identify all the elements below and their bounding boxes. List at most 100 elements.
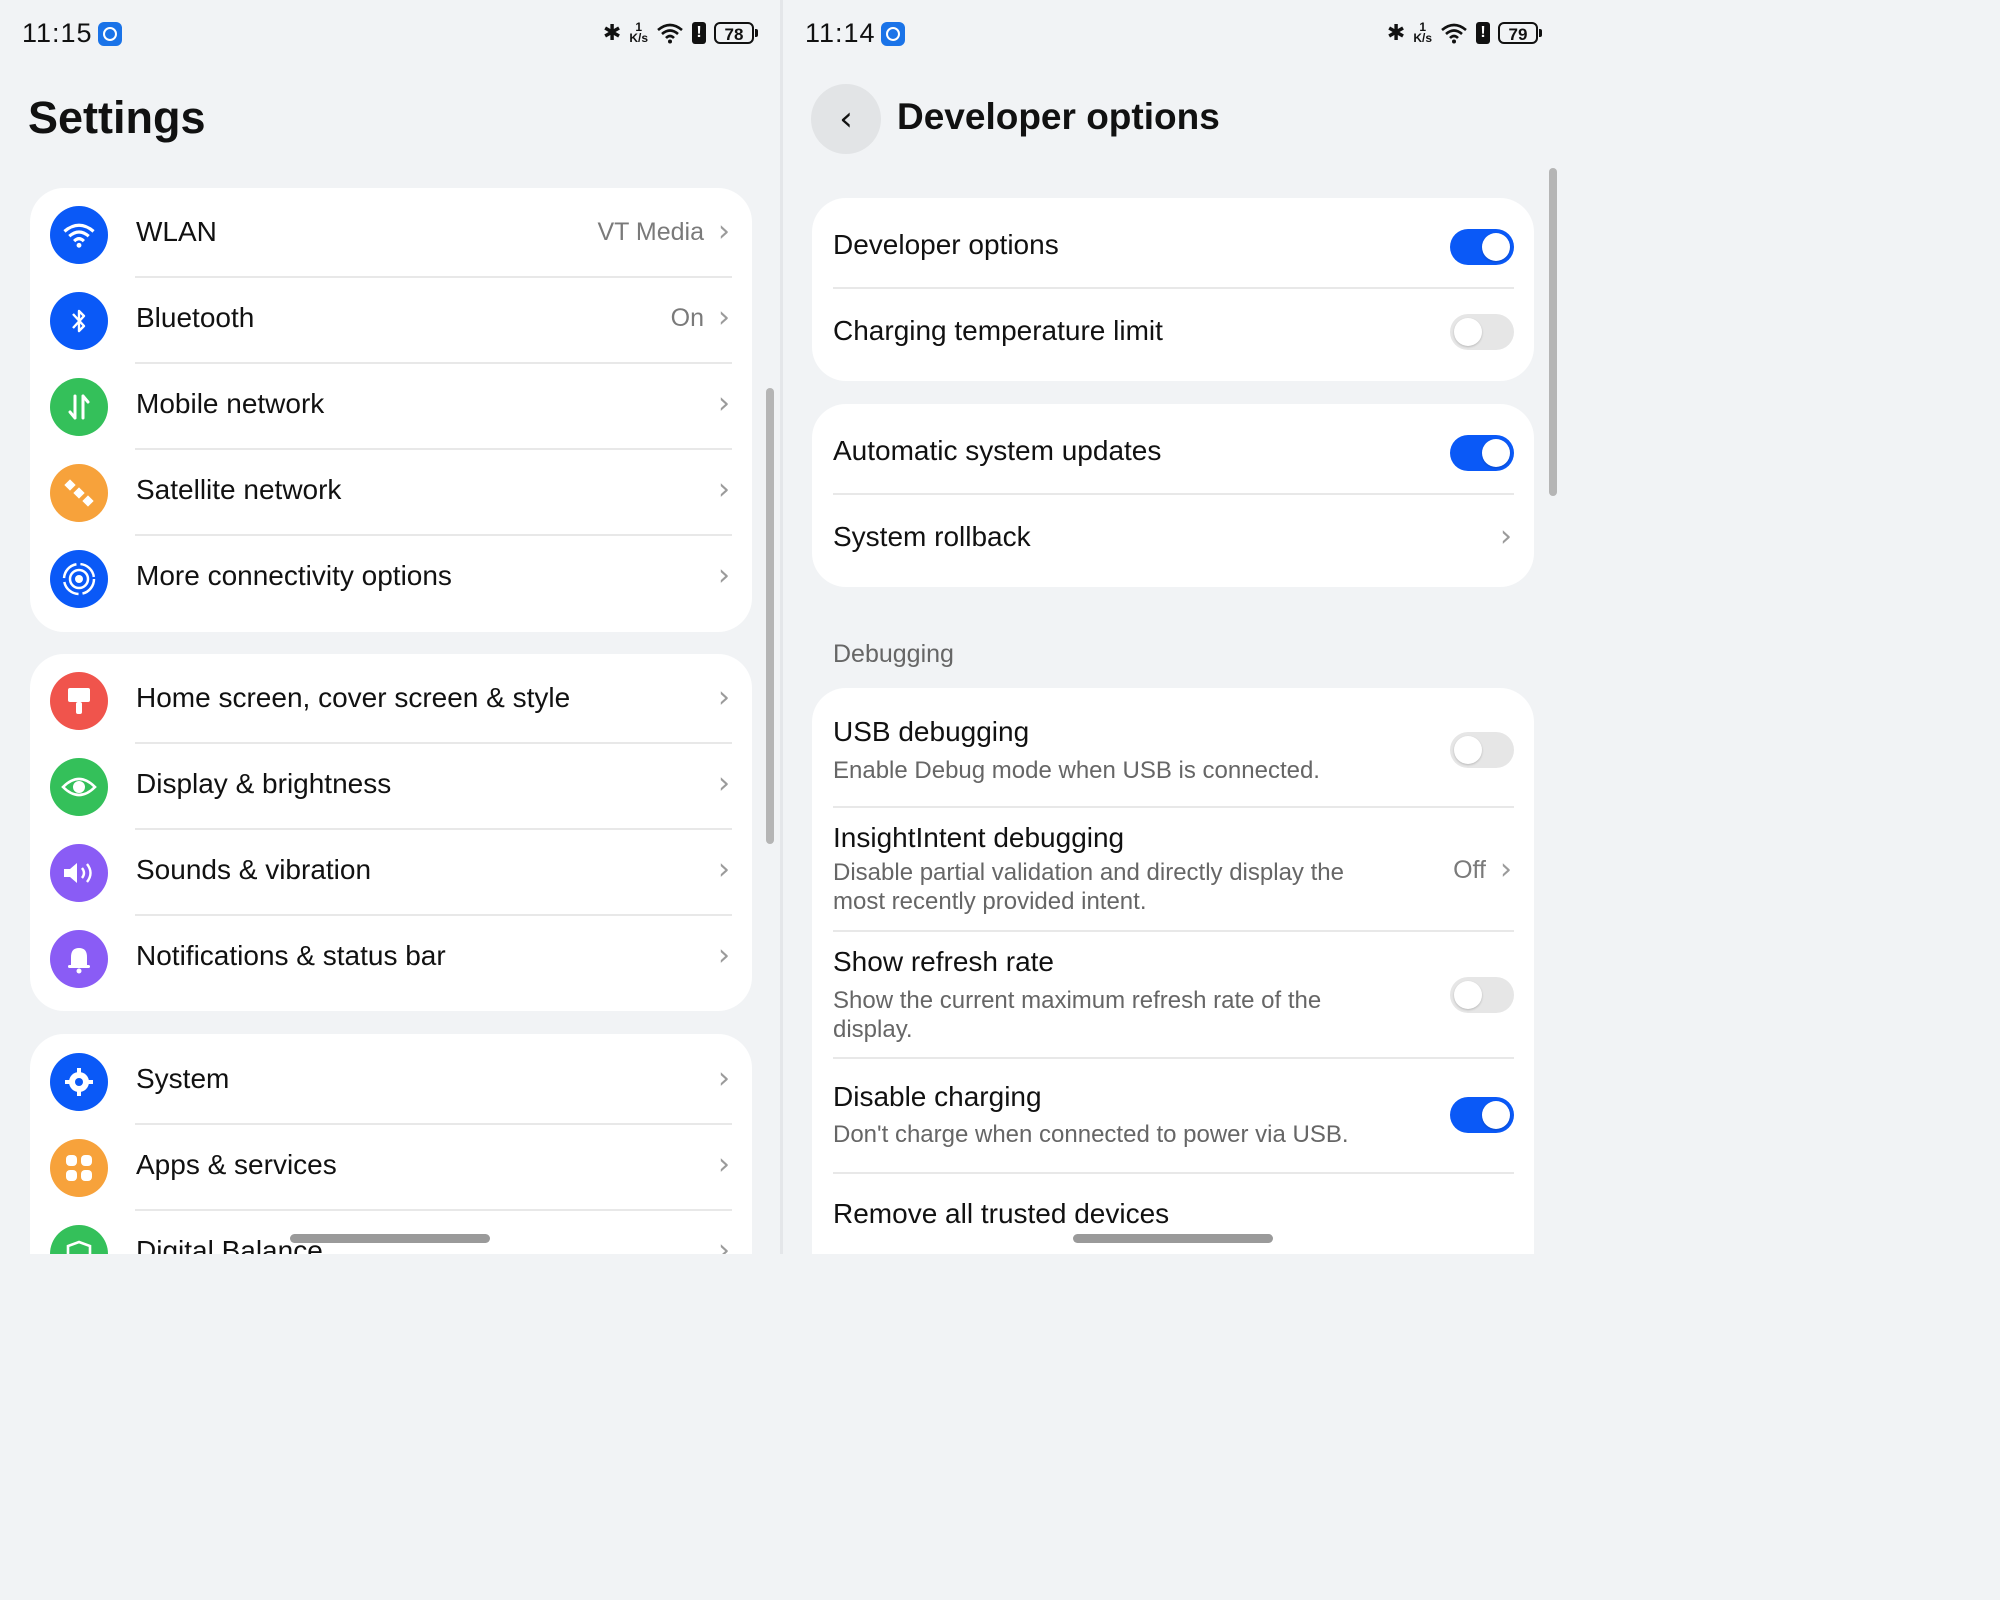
automatic-system-updates-row[interactable]: Automatic system updates xyxy=(812,404,1534,495)
home-indicator[interactable] xyxy=(1073,1234,1273,1243)
page-title: Developer options xyxy=(897,96,1220,137)
back-button[interactable]: ‹ xyxy=(811,84,881,154)
system-updates-group: Automatic system updates System rollback… xyxy=(812,404,1534,587)
item-label: Sounds & vibration xyxy=(136,854,372,885)
home-indicator[interactable] xyxy=(290,1234,490,1243)
item-label: Mobile network xyxy=(136,388,325,419)
chevron-right-icon: › xyxy=(718,214,730,249)
apps-grid-icon xyxy=(50,1139,108,1197)
network-speed: 1 K/s xyxy=(1413,20,1432,45)
settings-item-home-screen[interactable]: Home screen, cover screen & style › xyxy=(30,658,752,744)
chevron-right-icon: › xyxy=(718,472,730,507)
row-value: Off xyxy=(1453,856,1486,884)
settings-item-display[interactable]: Display & brightness › xyxy=(30,744,752,830)
settings-item-mobile-network[interactable]: Mobile network › xyxy=(30,364,752,450)
item-label: More connectivity options xyxy=(136,560,452,591)
wifi-icon xyxy=(50,206,108,264)
row-subtitle: Don't charge when connected to power via… xyxy=(833,1121,1349,1148)
chevron-right-icon: › xyxy=(718,680,730,715)
connectivity-icon xyxy=(50,550,108,608)
speaker-icon xyxy=(50,844,108,902)
app-notification-icon xyxy=(98,22,122,46)
item-label: Notifications & status bar xyxy=(136,940,446,971)
item-label: Display & brightness xyxy=(136,768,392,799)
row-title: Charging temperature limit xyxy=(833,315,1163,346)
settings-item-bluetooth[interactable]: Bluetooth On › xyxy=(30,278,752,364)
automatic-system-updates-toggle[interactable] xyxy=(1450,435,1514,471)
bluetooth-icon xyxy=(50,292,108,350)
chevron-right-icon: › xyxy=(1500,852,1512,887)
row-title: USB debugging xyxy=(833,716,1030,747)
usb-debugging-toggle[interactable] xyxy=(1450,732,1514,768)
settings-item-system[interactable]: System › xyxy=(30,1039,752,1125)
scrollbar[interactable] xyxy=(1549,168,1557,496)
item-label: Home screen, cover screen & style xyxy=(136,682,571,713)
row-subtitle: Show the current maximum refresh rate of… xyxy=(833,987,1322,1014)
item-label: System xyxy=(136,1063,230,1094)
disable-charging-toggle[interactable] xyxy=(1450,1097,1514,1133)
bluetooth-status-icon: ✱ xyxy=(1386,20,1406,45)
usb-debugging-row[interactable]: USB debugging Enable Debug mode when USB… xyxy=(812,688,1534,808)
system-rollback-row[interactable]: System rollback › xyxy=(812,495,1534,587)
status-bar: 11:14 ✱ 1 K/s ! 79 xyxy=(805,18,1542,54)
row-title: System rollback xyxy=(833,521,1031,552)
row-title: Disable charging xyxy=(833,1081,1042,1112)
satellite-icon xyxy=(50,464,108,522)
settings-item-wlan[interactable]: WLAN VT Media › xyxy=(30,192,752,278)
developer-options-panel: 11:14 ✱ 1 K/s ! 79 ‹ Developer options De… xyxy=(783,0,1564,1254)
insightintent-debugging-row[interactable]: InsightIntent debugging Disable partial … xyxy=(812,808,1534,932)
item-label: Satellite network xyxy=(136,474,342,505)
show-refresh-rate-row[interactable]: Show refresh rate Show the current maxim… xyxy=(812,932,1534,1059)
settings-item-satellite-network[interactable]: Satellite network › xyxy=(30,450,752,536)
bluetooth-status-icon: ✱ xyxy=(602,20,622,45)
settings-item-notifications[interactable]: Notifications & status bar › xyxy=(30,916,752,1002)
developer-options-row[interactable]: Developer options xyxy=(812,198,1534,289)
settings-item-apps[interactable]: Apps & services › xyxy=(30,1125,752,1211)
item-label: Bluetooth xyxy=(136,302,255,333)
settings-item-more-connectivity[interactable]: More connectivity options › xyxy=(30,536,752,622)
battery-indicator: 78 xyxy=(714,22,758,44)
charging-temperature-limit-row[interactable]: Charging temperature limit xyxy=(812,289,1534,381)
chevron-right-icon: › xyxy=(718,386,730,421)
status-icons: ✱ 1 K/s ! 78 xyxy=(603,20,758,46)
scrollbar[interactable] xyxy=(766,388,774,844)
battery-indicator: 79 xyxy=(1498,22,1542,44)
debugging-group: USB debugging Enable Debug mode when USB… xyxy=(812,688,1534,1254)
row-title: Developer options xyxy=(833,229,1059,260)
row-title: Show refresh rate xyxy=(833,946,1054,977)
charging-temperature-limit-toggle[interactable] xyxy=(1450,314,1514,350)
row-title: Remove all trusted devices xyxy=(833,1198,1170,1229)
status-time: 11:14 xyxy=(805,18,876,48)
app-notification-icon xyxy=(881,22,905,46)
item-label: WLAN xyxy=(136,216,217,247)
row-title: InsightIntent debugging xyxy=(833,822,1125,853)
row-subtitle-line-2: most recently provided intent. xyxy=(833,888,1147,915)
developer-toggle-group: Developer options Charging temperature l… xyxy=(812,198,1534,381)
shield-heart-icon xyxy=(50,1225,108,1254)
row-subtitle: Disable partial validation and directly … xyxy=(833,859,1344,886)
chevron-right-icon: › xyxy=(718,852,730,887)
chevron-right-icon: › xyxy=(718,766,730,801)
item-value: VT Media xyxy=(597,218,704,246)
row-subtitle-line-2: display. xyxy=(833,1016,913,1043)
appearance-group: Home screen, cover screen & style › Disp… xyxy=(30,654,752,1011)
alert-status-icon: ! xyxy=(1476,22,1490,44)
disable-charging-row[interactable]: Disable charging Don't charge when conne… xyxy=(812,1059,1534,1174)
chevron-right-icon: › xyxy=(718,938,730,973)
eye-icon xyxy=(50,758,108,816)
chevron-right-icon: › xyxy=(1500,519,1512,554)
chevron-left-icon: ‹ xyxy=(839,99,853,139)
settings-item-digital-balance[interactable]: Digital Balance › xyxy=(30,1211,752,1254)
page-title: Settings xyxy=(28,92,206,143)
settings-item-sounds[interactable]: Sounds & vibration › xyxy=(30,830,752,916)
wifi-status-icon xyxy=(1441,23,1467,44)
chevron-right-icon: › xyxy=(718,558,730,593)
alert-status-icon: ! xyxy=(692,22,706,44)
show-refresh-rate-toggle[interactable] xyxy=(1450,977,1514,1013)
paintbrush-icon xyxy=(50,672,108,730)
chevron-right-icon: › xyxy=(718,1061,730,1096)
developer-options-toggle[interactable] xyxy=(1450,229,1514,265)
network-speed: 1 K/s xyxy=(629,20,648,45)
chevron-right-icon: › xyxy=(718,1147,730,1182)
gear-icon xyxy=(50,1053,108,1111)
